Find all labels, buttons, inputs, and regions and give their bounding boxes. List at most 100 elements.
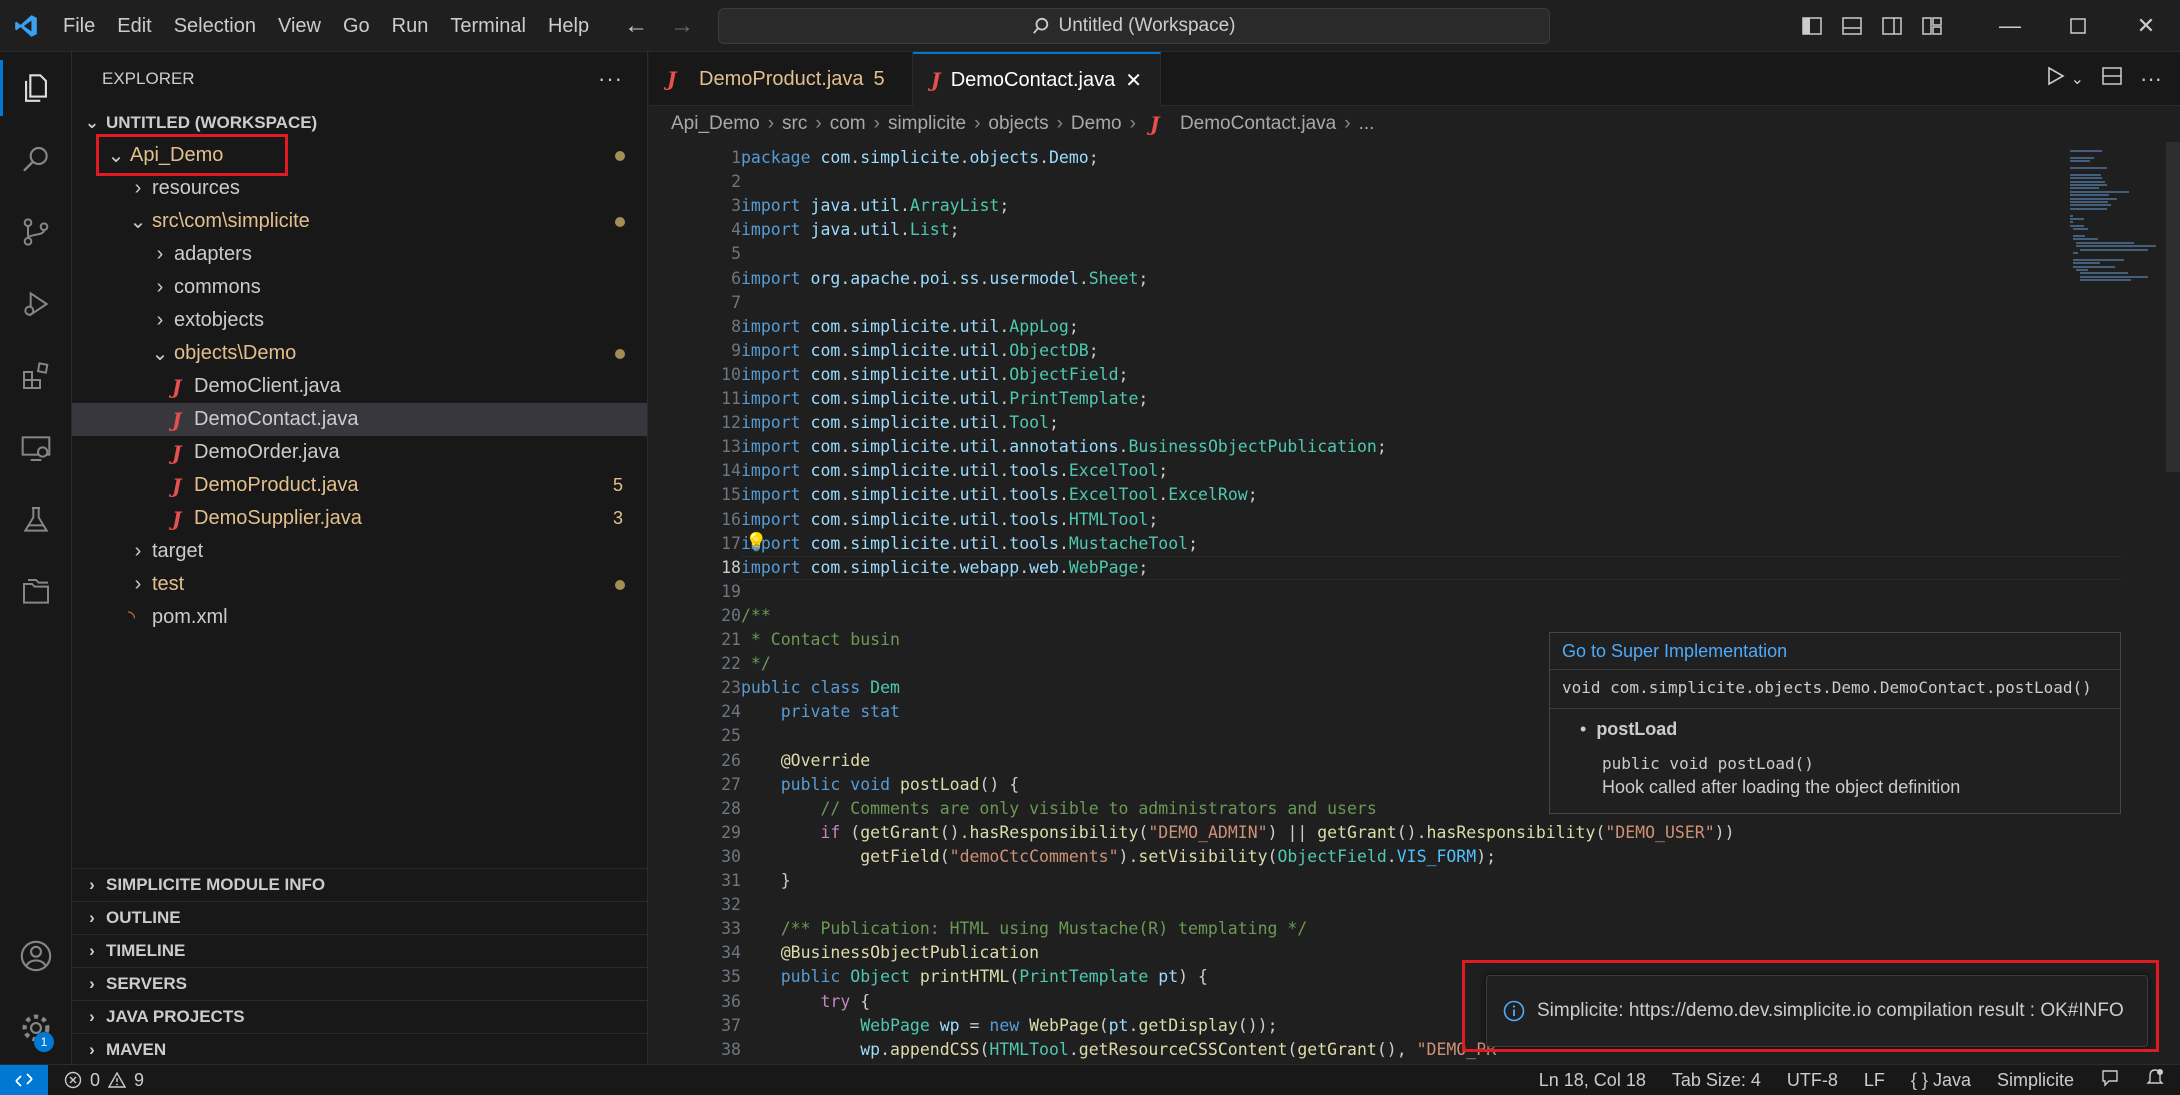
project-manager-icon[interactable]	[0, 556, 72, 628]
tree-item[interactable]: J DemoOrder.java	[72, 436, 647, 469]
code-text: import com.simplicite.util.PrintTemplate…	[741, 389, 1149, 408]
line-number: 17	[721, 533, 741, 553]
close-window-icon[interactable]: ✕	[2112, 0, 2180, 52]
chevron-down-icon[interactable]: ⌄	[2071, 69, 2084, 89]
breadcrumb-item[interactable]: ...	[1359, 113, 1375, 135]
tree-item[interactable]: ⌄ objects\Demo	[72, 337, 647, 370]
run-debug-icon[interactable]	[0, 268, 72, 340]
menu-terminal[interactable]: Terminal	[439, 0, 537, 52]
tree-item[interactable]: › commons	[72, 271, 647, 304]
tree-item[interactable]: J DemoClient.java	[72, 370, 647, 403]
menu-view[interactable]: View	[267, 0, 332, 52]
modified-dot-icon	[615, 580, 625, 590]
panel-outline[interactable]: › OUTLINE	[72, 901, 648, 934]
tree-item[interactable]: › resources	[72, 172, 647, 205]
tree-item[interactable]: › extobjects	[72, 304, 647, 337]
code-text: public class Dem	[741, 678, 900, 698]
tab-size[interactable]: Tab Size: 4	[1672, 1070, 1761, 1091]
source-control-icon[interactable]	[0, 196, 72, 268]
accounts-icon[interactable]	[0, 920, 72, 992]
language-mode[interactable]: { } Java	[1911, 1070, 1971, 1091]
toggle-primary-sidebar-icon[interactable]	[1792, 0, 1832, 52]
panel-java-projects[interactable]: › JAVA PROJECTS	[72, 1000, 648, 1033]
tree-item[interactable]: J DemoSupplier.java 3	[72, 502, 647, 535]
tree-item[interactable]: J DemoProduct.java 5	[72, 469, 647, 502]
close-tab-icon[interactable]: ✕	[1125, 68, 1142, 93]
encoding[interactable]: UTF-8	[1787, 1070, 1838, 1091]
breadcrumb-item[interactable]: Api_Demo	[671, 113, 760, 135]
tree-item[interactable]: › test	[72, 568, 647, 601]
panel-maven[interactable]: › MAVEN	[72, 1033, 648, 1066]
customize-layout-icon[interactable]	[1912, 0, 1952, 52]
toggle-panel-icon[interactable]	[1832, 0, 1872, 52]
breadcrumb-item[interactable]: objects	[988, 113, 1048, 135]
line-number: 9	[731, 340, 741, 360]
tree-item[interactable]: ⌄ src\com\simplicite	[72, 205, 647, 238]
command-center[interactable]: Untitled (Workspace)	[718, 8, 1550, 44]
toggle-secondary-sidebar-icon[interactable]	[1872, 0, 1912, 52]
minimap-line	[2070, 194, 2109, 197]
line-number: 26	[721, 750, 741, 770]
breadcrumb-item[interactable]: Demo	[1071, 113, 1122, 135]
panel-timeline[interactable]: › TIMELINE	[72, 934, 648, 967]
menu-edit[interactable]: Edit	[106, 0, 162, 52]
tree-item[interactable]: ◝ pom.xml	[72, 601, 647, 634]
menu-file[interactable]: File	[52, 0, 106, 52]
run-icon[interactable]	[2047, 66, 2065, 92]
breadcrumb-item[interactable]: simplicite	[888, 113, 966, 135]
minimap-line	[2073, 252, 2078, 254]
tree-item[interactable]: › target	[72, 535, 647, 568]
problems-indicator[interactable]: 0 9	[48, 1070, 144, 1091]
menu-selection[interactable]: Selection	[163, 0, 267, 52]
code-text: import com.simplicite.util.tools.HTMLToo…	[741, 509, 1159, 529]
search-icon[interactable]	[0, 124, 72, 196]
forward-arrow-icon[interactable]: →	[666, 12, 698, 40]
go-to-super-implementation-link[interactable]: Go to Super Implementation	[1550, 633, 2120, 669]
feedback-icon[interactable]	[2100, 1069, 2120, 1092]
end-of-line[interactable]: LF	[1864, 1070, 1885, 1091]
simplicite-status[interactable]: Simplicite	[1997, 1070, 2074, 1091]
line-number: 31	[721, 871, 741, 890]
maximize-icon[interactable]	[2044, 0, 2112, 52]
more-actions-icon[interactable]: ···	[598, 66, 623, 92]
extensions-icon[interactable]	[0, 340, 72, 412]
minimap[interactable]	[2066, 142, 2166, 342]
breadcrumb-separator-icon: ›	[974, 113, 981, 134]
remote-explorer-icon[interactable]	[0, 412, 72, 484]
tree-item-label: target	[152, 540, 204, 562]
split-editor-icon[interactable]	[2102, 67, 2122, 91]
panel-simplicite-module-info[interactable]: › SIMPLICITE MODULE INFO	[72, 868, 648, 901]
menu-help[interactable]: Help	[537, 0, 600, 52]
code-editor[interactable]: 1 package com.simplicite.objects.Demo; 2 3 i…	[649, 142, 2180, 1064]
cursor-position[interactable]: Ln 18, Col 18	[1539, 1070, 1646, 1091]
panel-servers[interactable]: › SERVERS	[72, 967, 648, 1000]
editor-scrollbar[interactable]	[2166, 142, 2180, 472]
tree-item-label: DemoProduct.java	[194, 474, 359, 496]
manage-gear-icon[interactable]: 1	[0, 992, 72, 1064]
tab-demoproduct[interactable]: J DemoProduct.java 5	[649, 52, 913, 106]
bullet-icon: •	[1580, 719, 1587, 739]
breadcrumb-item[interactable]: DemoContact.java	[1180, 113, 1336, 135]
minimap-line	[2070, 177, 2103, 180]
testing-icon[interactable]	[0, 484, 72, 556]
menu-go[interactable]: Go	[332, 0, 381, 52]
lightbulb-icon[interactable]: 💡	[745, 532, 767, 553]
line-number: 10	[721, 364, 741, 384]
notifications-bell-icon[interactable]	[2146, 1068, 2164, 1093]
line-number: 8	[731, 316, 741, 336]
minimap-line	[2070, 180, 2106, 183]
tree-item[interactable]: › adapters	[72, 238, 647, 271]
tab-democontact[interactable]: J DemoContact.java ✕	[913, 52, 1161, 106]
breadcrumb-item[interactable]: com	[830, 113, 866, 135]
tree-item[interactable]: J DemoContact.java	[72, 403, 647, 436]
breadcrumb-item[interactable]: src	[782, 113, 807, 135]
breadcrumb-separator-icon: ›	[873, 113, 880, 134]
menu-run[interactable]: Run	[381, 0, 440, 52]
back-arrow-icon[interactable]: ←	[620, 12, 652, 40]
minimize-icon[interactable]: —	[1976, 0, 2044, 52]
status-bar: 0 9 Ln 18, Col 18 Tab Size: 4 UTF-8 LF {…	[0, 1064, 2180, 1095]
remote-indicator-icon[interactable]	[0, 1064, 48, 1095]
explorer-icon[interactable]	[0, 52, 72, 124]
more-actions-icon[interactable]: ···	[2140, 66, 2162, 92]
tab-problem-count: 5	[873, 67, 885, 90]
